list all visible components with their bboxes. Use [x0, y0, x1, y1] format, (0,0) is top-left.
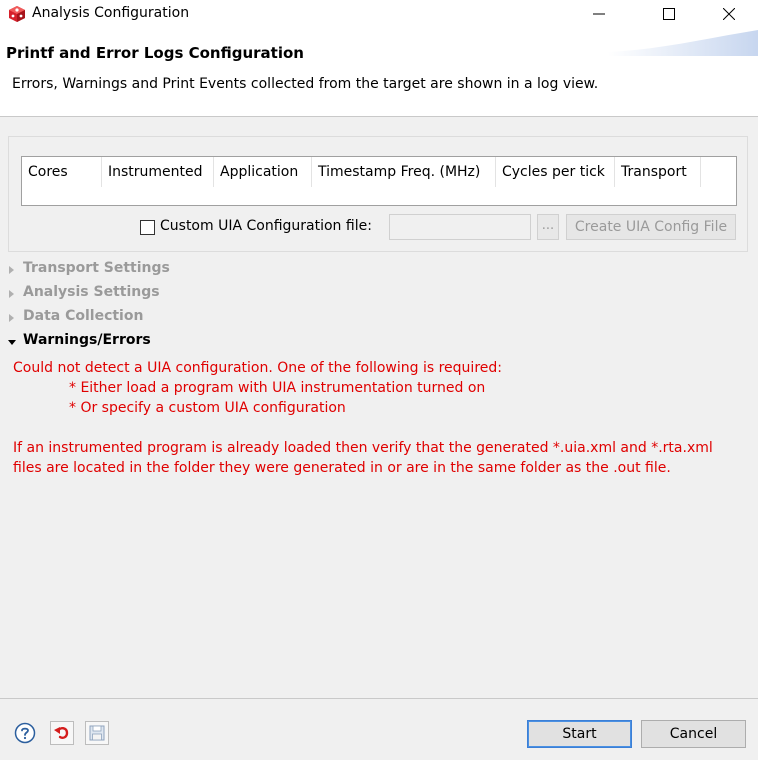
- section-label: Warnings/Errors: [23, 332, 151, 348]
- dialog-header: Printf and Error Logs Configuration Erro…: [0, 28, 758, 117]
- chevron-right-icon: [9, 290, 14, 298]
- column-header-cores[interactable]: Cores: [22, 157, 102, 187]
- bottom-separator: [0, 698, 758, 699]
- column-header-cycles-per-tick[interactable]: Cycles per tick: [496, 157, 615, 187]
- cores-group: Cores Instrumented Application Timestamp…: [8, 136, 748, 252]
- save-button[interactable]: [85, 721, 109, 745]
- close-icon: [723, 8, 735, 20]
- custom-uia-label[interactable]: Custom UIA Configuration file:: [160, 218, 372, 234]
- column-header-transport[interactable]: Transport: [615, 157, 701, 187]
- error-message-line: Could not detect a UIA configuration. On…: [13, 360, 502, 376]
- section-label: Transport Settings: [23, 260, 170, 276]
- cancel-button[interactable]: Cancel: [641, 720, 746, 748]
- maximize-icon: [663, 8, 675, 20]
- uia-file-input[interactable]: [389, 214, 531, 240]
- browse-button[interactable]: ...: [537, 214, 559, 240]
- start-button[interactable]: Start: [527, 720, 632, 748]
- page-description: Errors, Warnings and Print Events collec…: [12, 76, 599, 92]
- header-decoration: [608, 30, 758, 56]
- minimize-icon: [593, 13, 605, 15]
- section-label: Data Collection: [23, 308, 144, 324]
- chevron-right-icon: [9, 266, 14, 274]
- app-cube-icon: [9, 6, 25, 22]
- window-title: Analysis Configuration: [32, 5, 190, 21]
- error-paragraph-line: files are located in the folder they wer…: [13, 460, 671, 476]
- help-icon[interactable]: [14, 722, 36, 744]
- section-label: Analysis Settings: [23, 284, 160, 300]
- page-title: Printf and Error Logs Configuration: [6, 44, 304, 62]
- revert-icon: [54, 727, 69, 739]
- custom-uia-checkbox[interactable]: [140, 220, 155, 235]
- chevron-down-icon: [8, 340, 16, 345]
- column-header-instrumented[interactable]: Instrumented: [102, 157, 214, 187]
- column-header-application[interactable]: Application: [214, 157, 312, 187]
- maximize-button[interactable]: [646, 0, 692, 28]
- minimize-button[interactable]: [576, 0, 622, 28]
- title-bar: Analysis Configuration: [0, 0, 758, 28]
- column-header-timestamp-freq[interactable]: Timestamp Freq. (MHz): [312, 157, 496, 187]
- close-button[interactable]: [706, 0, 752, 28]
- error-bullet: * Either load a program with UIA instrum…: [69, 380, 486, 396]
- chevron-right-icon: [9, 314, 14, 322]
- cores-table[interactable]: Cores Instrumented Application Timestamp…: [21, 156, 737, 206]
- custom-uia-row: Custom UIA Configuration file: ... Creat…: [9, 213, 749, 241]
- save-icon: [89, 725, 105, 741]
- error-bullet: * Or specify a custom UIA configuration: [69, 400, 346, 416]
- create-uia-config-button[interactable]: Create UIA Config File: [566, 214, 736, 240]
- error-paragraph-line: If an instrumented program is already lo…: [13, 440, 713, 456]
- revert-button[interactable]: [50, 721, 74, 745]
